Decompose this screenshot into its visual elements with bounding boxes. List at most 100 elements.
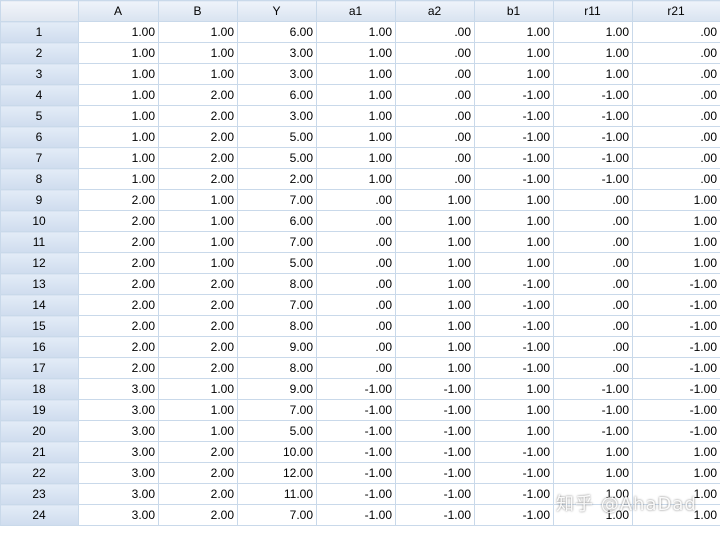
data-cell-Y[interactable]: 5.00 — [237, 147, 317, 169]
data-cell-r11[interactable]: 1.00 — [553, 441, 633, 463]
data-cell-a1[interactable]: 1.00 — [316, 168, 396, 190]
data-cell-Y[interactable]: 6.00 — [237, 21, 317, 43]
data-cell-r11[interactable]: -1.00 — [553, 126, 633, 148]
data-cell-r21[interactable]: 1.00 — [632, 231, 720, 253]
data-cell-A[interactable]: 2.00 — [78, 231, 159, 253]
data-cell-b1[interactable]: -1.00 — [474, 315, 554, 337]
data-cell-a2[interactable]: -1.00 — [395, 399, 475, 421]
data-cell-b1[interactable]: 1.00 — [474, 189, 554, 211]
row-number-cell[interactable]: 4 — [0, 84, 79, 106]
data-cell-a2[interactable]: -1.00 — [395, 483, 475, 505]
data-cell-r11[interactable]: .00 — [553, 336, 633, 358]
data-cell-B[interactable]: 1.00 — [158, 21, 238, 43]
data-view-grid[interactable]: A B Y a1 a2 b1 r11 r21 1 1.00 1.00 6.00 1.00… — [0, 0, 720, 526]
data-cell-a1[interactable]: .00 — [316, 357, 396, 379]
data-cell-a1[interactable]: -1.00 — [316, 483, 396, 505]
data-cell-r11[interactable]: .00 — [553, 294, 633, 316]
data-cell-r11[interactable]: .00 — [553, 315, 633, 337]
row-number-cell[interactable]: 20 — [0, 420, 79, 442]
row-number-cell[interactable]: 15 — [0, 315, 79, 337]
data-cell-Y[interactable]: 10.00 — [237, 441, 317, 463]
data-cell-r21[interactable]: .00 — [632, 21, 720, 43]
data-cell-B[interactable]: 1.00 — [158, 252, 238, 274]
data-cell-Y[interactable]: 2.00 — [237, 168, 317, 190]
data-cell-b1[interactable]: -1.00 — [474, 336, 554, 358]
data-cell-a1[interactable]: .00 — [316, 252, 396, 274]
data-cell-Y[interactable]: 8.00 — [237, 357, 317, 379]
data-cell-a1[interactable]: -1.00 — [316, 441, 396, 463]
row-number-cell[interactable]: 3 — [0, 63, 79, 85]
data-cell-B[interactable]: 2.00 — [158, 462, 238, 484]
data-cell-Y[interactable]: 7.00 — [237, 294, 317, 316]
data-cell-a1[interactable]: 1.00 — [316, 105, 396, 127]
row-number-cell[interactable]: 5 — [0, 105, 79, 127]
data-cell-Y[interactable]: 5.00 — [237, 252, 317, 274]
data-cell-a1[interactable]: 1.00 — [316, 147, 396, 169]
data-cell-a2[interactable]: -1.00 — [395, 378, 475, 400]
data-cell-b1[interactable]: 1.00 — [474, 399, 554, 421]
data-cell-r21[interactable]: -1.00 — [632, 294, 720, 316]
data-cell-b1[interactable]: 1.00 — [474, 21, 554, 43]
column-header-A[interactable]: A — [78, 0, 159, 22]
data-cell-r21[interactable]: -1.00 — [632, 273, 720, 295]
data-cell-a1[interactable]: -1.00 — [316, 378, 396, 400]
column-header-r11[interactable]: r11 — [553, 0, 633, 22]
data-cell-B[interactable]: 2.00 — [158, 504, 238, 526]
data-cell-A[interactable]: 1.00 — [78, 105, 159, 127]
data-cell-b1[interactable]: 1.00 — [474, 231, 554, 253]
data-cell-B[interactable]: 1.00 — [158, 42, 238, 64]
row-number-cell[interactable]: 16 — [0, 336, 79, 358]
data-cell-r21[interactable]: -1.00 — [632, 378, 720, 400]
data-cell-r11[interactable]: .00 — [553, 273, 633, 295]
column-header-a2[interactable]: a2 — [395, 0, 475, 22]
row-number-cell[interactable]: 9 — [0, 189, 79, 211]
data-cell-Y[interactable]: 12.00 — [237, 462, 317, 484]
data-cell-a2[interactable]: 1.00 — [395, 315, 475, 337]
data-cell-a1[interactable]: .00 — [316, 336, 396, 358]
data-cell-r21[interactable]: 1.00 — [632, 441, 720, 463]
row-number-cell[interactable]: 23 — [0, 483, 79, 505]
data-cell-a1[interactable]: 1.00 — [316, 84, 396, 106]
data-cell-r21[interactable]: -1.00 — [632, 315, 720, 337]
data-cell-Y[interactable]: 8.00 — [237, 315, 317, 337]
data-cell-a2[interactable]: 1.00 — [395, 294, 475, 316]
data-cell-A[interactable]: 3.00 — [78, 378, 159, 400]
data-cell-Y[interactable]: 3.00 — [237, 105, 317, 127]
data-cell-Y[interactable]: 8.00 — [237, 273, 317, 295]
data-cell-A[interactable]: 2.00 — [78, 189, 159, 211]
data-cell-r21[interactable]: 1.00 — [632, 189, 720, 211]
data-cell-a2[interactable]: -1.00 — [395, 462, 475, 484]
data-cell-b1[interactable]: 1.00 — [474, 42, 554, 64]
data-cell-a1[interactable]: .00 — [316, 273, 396, 295]
data-cell-a2[interactable]: .00 — [395, 63, 475, 85]
data-cell-B[interactable]: 1.00 — [158, 63, 238, 85]
data-cell-Y[interactable]: 5.00 — [237, 420, 317, 442]
data-cell-a1[interactable]: .00 — [316, 189, 396, 211]
data-cell-a2[interactable]: 1.00 — [395, 231, 475, 253]
data-cell-b1[interactable]: -1.00 — [474, 105, 554, 127]
data-cell-r11[interactable]: -1.00 — [553, 168, 633, 190]
data-cell-Y[interactable]: 7.00 — [237, 189, 317, 211]
data-cell-a2[interactable]: .00 — [395, 126, 475, 148]
row-number-cell[interactable]: 24 — [0, 504, 79, 526]
data-cell-B[interactable]: 2.00 — [158, 84, 238, 106]
data-cell-b1[interactable]: -1.00 — [474, 147, 554, 169]
data-cell-r21[interactable]: -1.00 — [632, 336, 720, 358]
data-cell-a2[interactable]: .00 — [395, 21, 475, 43]
data-cell-r11[interactable]: -1.00 — [553, 147, 633, 169]
data-cell-B[interactable]: 2.00 — [158, 273, 238, 295]
row-number-cell[interactable]: 14 — [0, 294, 79, 316]
data-cell-a1[interactable]: -1.00 — [316, 504, 396, 526]
data-cell-b1[interactable]: -1.00 — [474, 504, 554, 526]
data-cell-a1[interactable]: .00 — [316, 315, 396, 337]
data-cell-a2[interactable]: .00 — [395, 147, 475, 169]
data-cell-a1[interactable]: 1.00 — [316, 42, 396, 64]
column-header-b1[interactable]: b1 — [474, 0, 554, 22]
data-cell-r11[interactable]: -1.00 — [553, 105, 633, 127]
row-number-cell[interactable]: 18 — [0, 378, 79, 400]
data-cell-b1[interactable]: 1.00 — [474, 378, 554, 400]
data-cell-A[interactable]: 3.00 — [78, 441, 159, 463]
data-cell-A[interactable]: 3.00 — [78, 399, 159, 421]
data-cell-A[interactable]: 1.00 — [78, 126, 159, 148]
data-cell-a1[interactable]: -1.00 — [316, 462, 396, 484]
